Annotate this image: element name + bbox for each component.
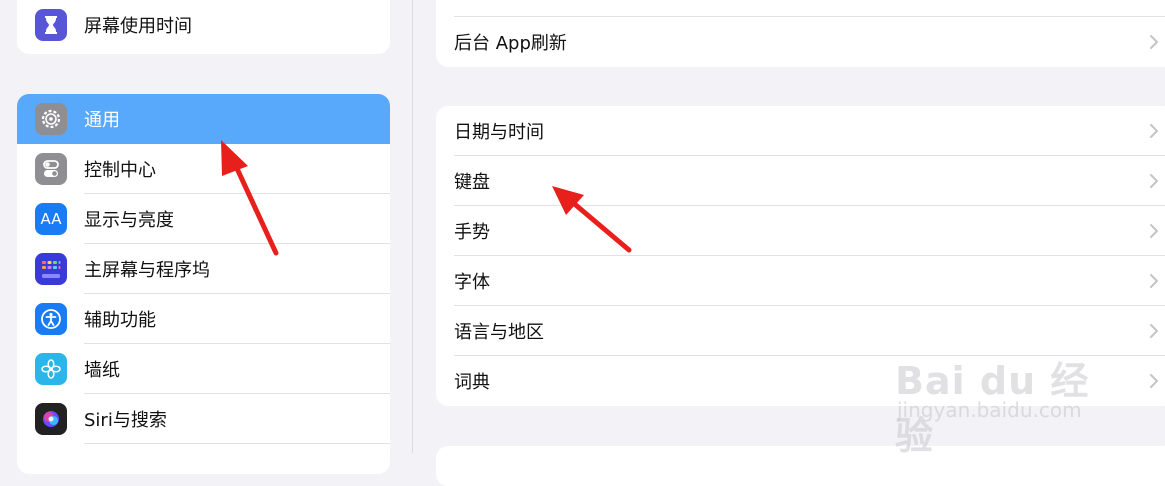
- sidebar-group-top: 屏幕使用时间: [17, 0, 390, 54]
- gear-icon: [35, 103, 67, 135]
- row-label: 日期与时间: [454, 122, 544, 143]
- watermark-url: jingyan.baidu.com: [897, 398, 1082, 422]
- sidebar-item-siri-search[interactable]: Siri与搜索: [17, 394, 390, 444]
- sidebar-item-label: Siri与搜索: [84, 410, 167, 431]
- sidebar-item-accessibility[interactable]: 辅助功能: [17, 294, 390, 344]
- row-label: 字体: [454, 272, 490, 293]
- sidebar-item-control-center[interactable]: 控制中心: [17, 144, 390, 194]
- sidebar-item-label: 屏幕使用时间: [84, 16, 192, 37]
- sidebar-item-general[interactable]: 通用: [17, 94, 390, 144]
- sidebar-item-label: 辅助功能: [84, 310, 156, 331]
- chevron-right-icon: [1150, 374, 1158, 388]
- toggles-icon: [35, 153, 67, 185]
- sidebar-item-home-screen-dock[interactable]: 主屏幕与程序坞: [17, 244, 390, 294]
- sidebar-item-label: 显示与亮度: [84, 210, 174, 231]
- settings-row-keyboard[interactable]: 键盘: [436, 156, 1165, 206]
- sidebar-item-label: 控制中心: [84, 160, 156, 181]
- row-label: 词典: [454, 372, 490, 393]
- chevron-right-icon: [1150, 124, 1158, 138]
- flower-icon: [35, 353, 67, 385]
- settings-row-date-time[interactable]: 日期与时间: [436, 106, 1165, 156]
- row-label: 键盘: [454, 172, 490, 193]
- settings-row-fonts[interactable]: 字体: [436, 256, 1165, 306]
- sidebar-item-display-brightness[interactable]: AA 显示与亮度: [17, 194, 390, 244]
- settings-row-partial[interactable]: [436, 0, 1165, 17]
- sidebar-item-label: 墙纸: [84, 360, 120, 381]
- sidebar-item-wallpaper[interactable]: 墙纸: [17, 344, 390, 394]
- divider: [84, 443, 390, 444]
- text-size-icon: AA: [35, 203, 67, 235]
- row-label: 后台 App刷新: [454, 33, 567, 54]
- chevron-right-icon: [1150, 174, 1158, 188]
- row-label: 手势: [454, 222, 490, 243]
- hourglass-icon: [35, 9, 67, 41]
- row-label: 语言与地区: [454, 322, 544, 343]
- chevron-right-icon: [1150, 324, 1158, 338]
- sidebar: 屏幕使用时间 通用 控制中心 AA 显示与亮度 主屏幕与程序坞 辅助功能 墙纸 …: [0, 0, 413, 474]
- sidebar-item-screen-time[interactable]: 屏幕使用时间: [17, 0, 390, 50]
- settings-row-gestures[interactable]: 手势: [436, 206, 1165, 256]
- sidebar-group-main: 通用 控制中心 AA 显示与亮度 主屏幕与程序坞 辅助功能 墙纸 Siri与搜索: [17, 94, 390, 474]
- home-grid-icon: [35, 253, 67, 285]
- sidebar-item-label: 主屏幕与程序坞: [84, 260, 210, 281]
- siri-icon: [35, 403, 67, 435]
- settings-row-background-app-refresh[interactable]: 后台 App刷新: [436, 17, 1165, 67]
- chevron-right-icon: [1150, 274, 1158, 288]
- sidebar-item-label: 通用: [84, 110, 120, 131]
- chevron-right-icon: [1150, 35, 1158, 49]
- baidu-watermark: Bai du 经验 jingyan.baidu.com: [885, 330, 1115, 458]
- settings-group-1: 后台 App刷新: [436, 0, 1165, 67]
- chevron-right-icon: [1150, 224, 1158, 238]
- accessibility-icon: [35, 303, 67, 335]
